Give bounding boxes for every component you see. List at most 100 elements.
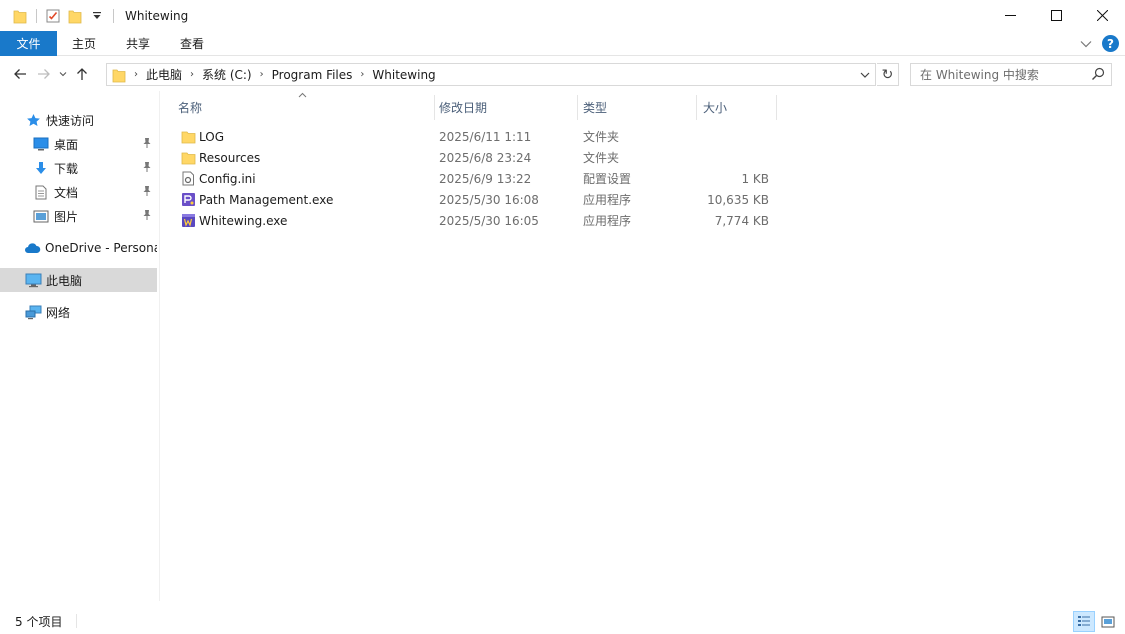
app-icon — [180, 213, 196, 229]
chevron-down-icon — [59, 72, 67, 77]
folder-icon — [180, 150, 196, 166]
network-icon — [24, 304, 42, 320]
window-controls — [987, 0, 1125, 31]
breadcrumb-separator-icon[interactable]: › — [190, 69, 194, 80]
file-name: Resources — [199, 150, 261, 165]
forward-button[interactable] — [32, 62, 56, 86]
file-date: 2025/5/30 16:05 — [439, 213, 539, 228]
file-name: LOG — [199, 129, 225, 144]
sidebar-item-label: 此电脑 — [46, 273, 83, 288]
breadcrumb-system-c[interactable]: 系统 (C:) — [202, 64, 252, 85]
file-date: 2025/6/9 13:22 — [439, 171, 532, 186]
app-icon — [180, 192, 196, 208]
up-button[interactable] — [70, 62, 94, 86]
folder-icon — [180, 129, 196, 145]
sidebar-item-label: OneDrive - Personal — [45, 241, 157, 255]
search-icon[interactable] — [1091, 67, 1105, 84]
pin-icon[interactable] — [142, 209, 152, 224]
column-header-name[interactable]: 名称 — [160, 95, 434, 120]
sidebar-item-this-pc[interactable]: 此电脑 — [0, 268, 157, 292]
tab-file[interactable]: 文件 — [0, 30, 57, 56]
file-size — [700, 147, 769, 168]
breadcrumb-separator-icon[interactable]: › — [260, 69, 264, 80]
file-date: 2025/6/11 1:11 — [439, 129, 532, 144]
column-header-size[interactable]: 大小 — [685, 95, 776, 120]
details-view-button[interactable] — [1073, 611, 1095, 632]
ini-file-icon — [180, 171, 196, 187]
breadcrumb-whitewing[interactable]: Whitewing — [372, 64, 435, 85]
breadcrumb-this-pc[interactable]: 此电脑 — [146, 64, 182, 85]
tab-share[interactable]: 共享 — [111, 31, 165, 56]
table-row[interactable]: Whitewing.exe 2025/5/30 16:05 应用程序 7,774… — [160, 210, 780, 231]
details-view-icon — [1078, 616, 1090, 626]
cloud-icon — [24, 240, 41, 256]
customize-qat-dropdown-icon[interactable] — [86, 5, 108, 27]
navigation-pane: 快速访问 桌面 下载 文档 图片 OneDrive - Personal 此电脑… — [0, 96, 158, 601]
table-row[interactable]: Path Management.exe 2025/5/30 16:08 应用程序… — [160, 189, 780, 210]
sidebar-item-documents[interactable]: 文档 — [0, 180, 157, 204]
large-icons-view-icon — [1101, 616, 1115, 627]
new-folder-icon[interactable] — [64, 5, 86, 27]
table-row[interactable]: LOG 2025/6/11 1:11 文件夹 — [160, 126, 780, 147]
explorer-window: Whitewing 文件 主页 共享 查看 ? › 此电脑 › 系统 (C:) … — [0, 0, 1125, 634]
close-button[interactable] — [1079, 0, 1125, 31]
back-button[interactable] — [8, 62, 32, 86]
ribbon-tabs: 文件 主页 共享 查看 ? — [0, 30, 1125, 56]
column-divider[interactable] — [776, 95, 777, 120]
maximize-button[interactable] — [1033, 0, 1079, 31]
large-icons-view-button[interactable] — [1097, 611, 1119, 632]
sidebar-item-onedrive[interactable]: OneDrive - Personal — [0, 236, 157, 260]
file-name: Whitewing.exe — [199, 213, 288, 228]
forward-arrow-icon — [38, 69, 50, 79]
file-name: Config.ini — [199, 171, 256, 186]
file-list: 名称 修改日期 类型 大小 LOG 2025/6/11 1:11 文件夹 Res… — [160, 91, 1125, 601]
address-dropdown-button[interactable] — [855, 64, 875, 85]
back-arrow-icon — [14, 69, 26, 79]
recent-locations-button[interactable] — [56, 62, 70, 86]
status-bar: 5 个项目 — [0, 608, 1125, 634]
pin-icon[interactable] — [142, 161, 152, 176]
file-type: 文件夹 — [583, 151, 620, 165]
tab-view[interactable]: 查看 — [165, 31, 219, 56]
quick-access-toolbar — [0, 0, 119, 31]
column-header-date[interactable]: 修改日期 — [421, 95, 577, 120]
search-input[interactable]: 在 Whitewing 中搜索 — [910, 63, 1112, 86]
tab-home[interactable]: 主页 — [57, 31, 111, 56]
sidebar-item-pictures[interactable]: 图片 — [0, 204, 157, 228]
breadcrumb-program-files[interactable]: Program Files — [272, 64, 353, 85]
sidebar-item-label: 快速访问 — [46, 113, 95, 128]
sidebar-item-network[interactable]: 网络 — [0, 300, 157, 324]
address-bar[interactable]: › 此电脑 › 系统 (C:) › Program Files › Whitew… — [106, 63, 876, 86]
minimize-button[interactable] — [987, 0, 1033, 31]
folder-icon — [9, 5, 31, 27]
item-count: 5 个项目 — [15, 614, 63, 629]
star-icon — [24, 112, 42, 128]
sidebar-item-desktop[interactable]: 桌面 — [0, 132, 157, 156]
file-size: 1 KB — [741, 171, 769, 186]
table-row[interactable]: Resources 2025/6/8 23:24 文件夹 — [160, 147, 780, 168]
sidebar-item-label: 网络 — [46, 305, 71, 320]
sidebar-item-label: 文档 — [54, 185, 79, 200]
file-size: 10,635 KB — [707, 192, 769, 207]
breadcrumb-separator-icon[interactable]: › — [134, 69, 138, 80]
file-size — [700, 126, 769, 147]
file-type: 应用程序 — [583, 214, 632, 228]
expand-ribbon-icon[interactable] — [1080, 37, 1092, 51]
minimize-icon — [1004, 15, 1016, 16]
table-row[interactable]: Config.ini 2025/6/9 13:22 配置设置 1 KB — [160, 168, 780, 189]
column-header-type[interactable]: 类型 — [565, 95, 696, 120]
title-bar: Whitewing — [0, 0, 1125, 31]
sidebar-item-label: 图片 — [54, 209, 79, 224]
refresh-icon: ↻ — [881, 66, 894, 83]
breadcrumb-separator-icon[interactable]: › — [360, 69, 364, 80]
file-type: 应用程序 — [583, 193, 632, 207]
sidebar-item-quick-access[interactable]: 快速访问 — [0, 108, 157, 132]
file-date: 2025/6/8 23:24 — [439, 150, 532, 165]
pin-icon[interactable] — [142, 185, 152, 200]
refresh-button[interactable]: ↻ — [877, 63, 899, 86]
help-icon[interactable]: ? — [1102, 35, 1119, 52]
pin-icon[interactable] — [142, 137, 152, 152]
sidebar-item-downloads[interactable]: 下载 — [0, 156, 157, 180]
properties-icon[interactable] — [42, 5, 64, 27]
file-name: Path Management.exe — [199, 192, 334, 207]
